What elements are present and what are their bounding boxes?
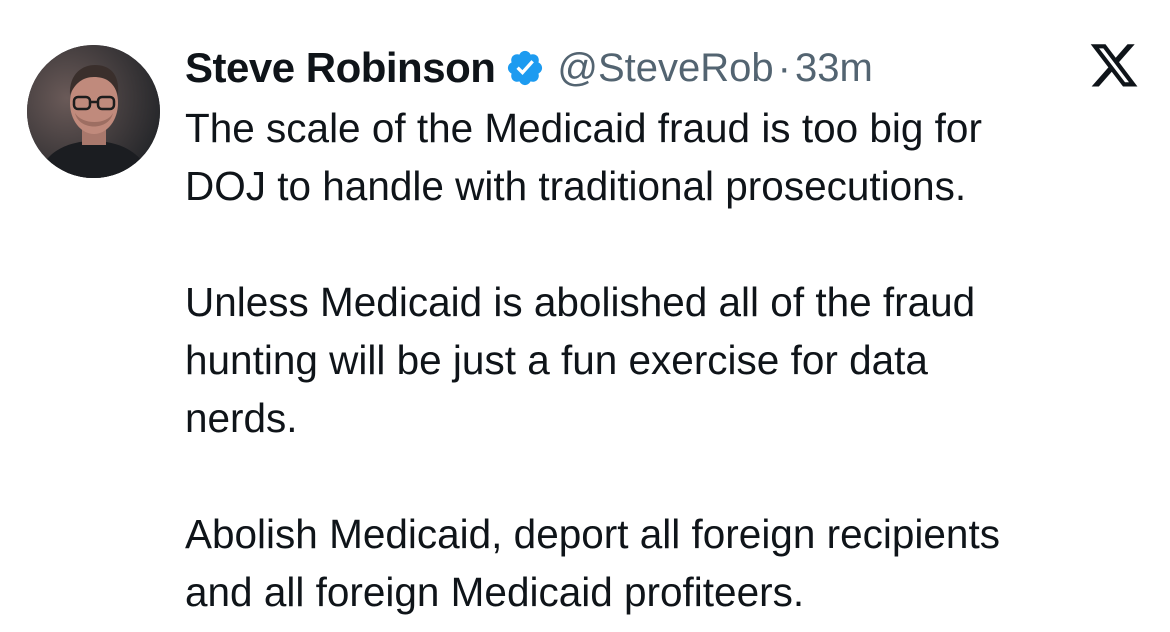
user-handle[interactable]: @SteveRob bbox=[557, 46, 773, 91]
tweet-paragraph-3: Abolish Medicaid, deport all foreign rec… bbox=[185, 511, 1000, 615]
tweet-card[interactable]: Steve Robinson @SteveRob · 33m The scale… bbox=[0, 0, 1170, 632]
timestamp[interactable]: 33m bbox=[795, 46, 873, 91]
tweet-paragraph-1: The scale of the Medicaid fraud is too b… bbox=[185, 105, 982, 209]
x-logo-icon[interactable] bbox=[1088, 43, 1140, 91]
display-name[interactable]: Steve Robinson bbox=[185, 44, 496, 92]
tweet-text: The scale of the Medicaid fraud is too b… bbox=[185, 99, 1145, 621]
tweet-paragraph-2: Unless Medicaid is abolished all of the … bbox=[185, 279, 976, 441]
separator-dot: · bbox=[777, 45, 791, 90]
tweet-header: Steve Robinson @SteveRob · 33m bbox=[185, 40, 873, 96]
avatar[interactable] bbox=[27, 45, 160, 178]
verified-badge-icon[interactable] bbox=[505, 48, 545, 88]
avatar-photo bbox=[27, 45, 160, 178]
